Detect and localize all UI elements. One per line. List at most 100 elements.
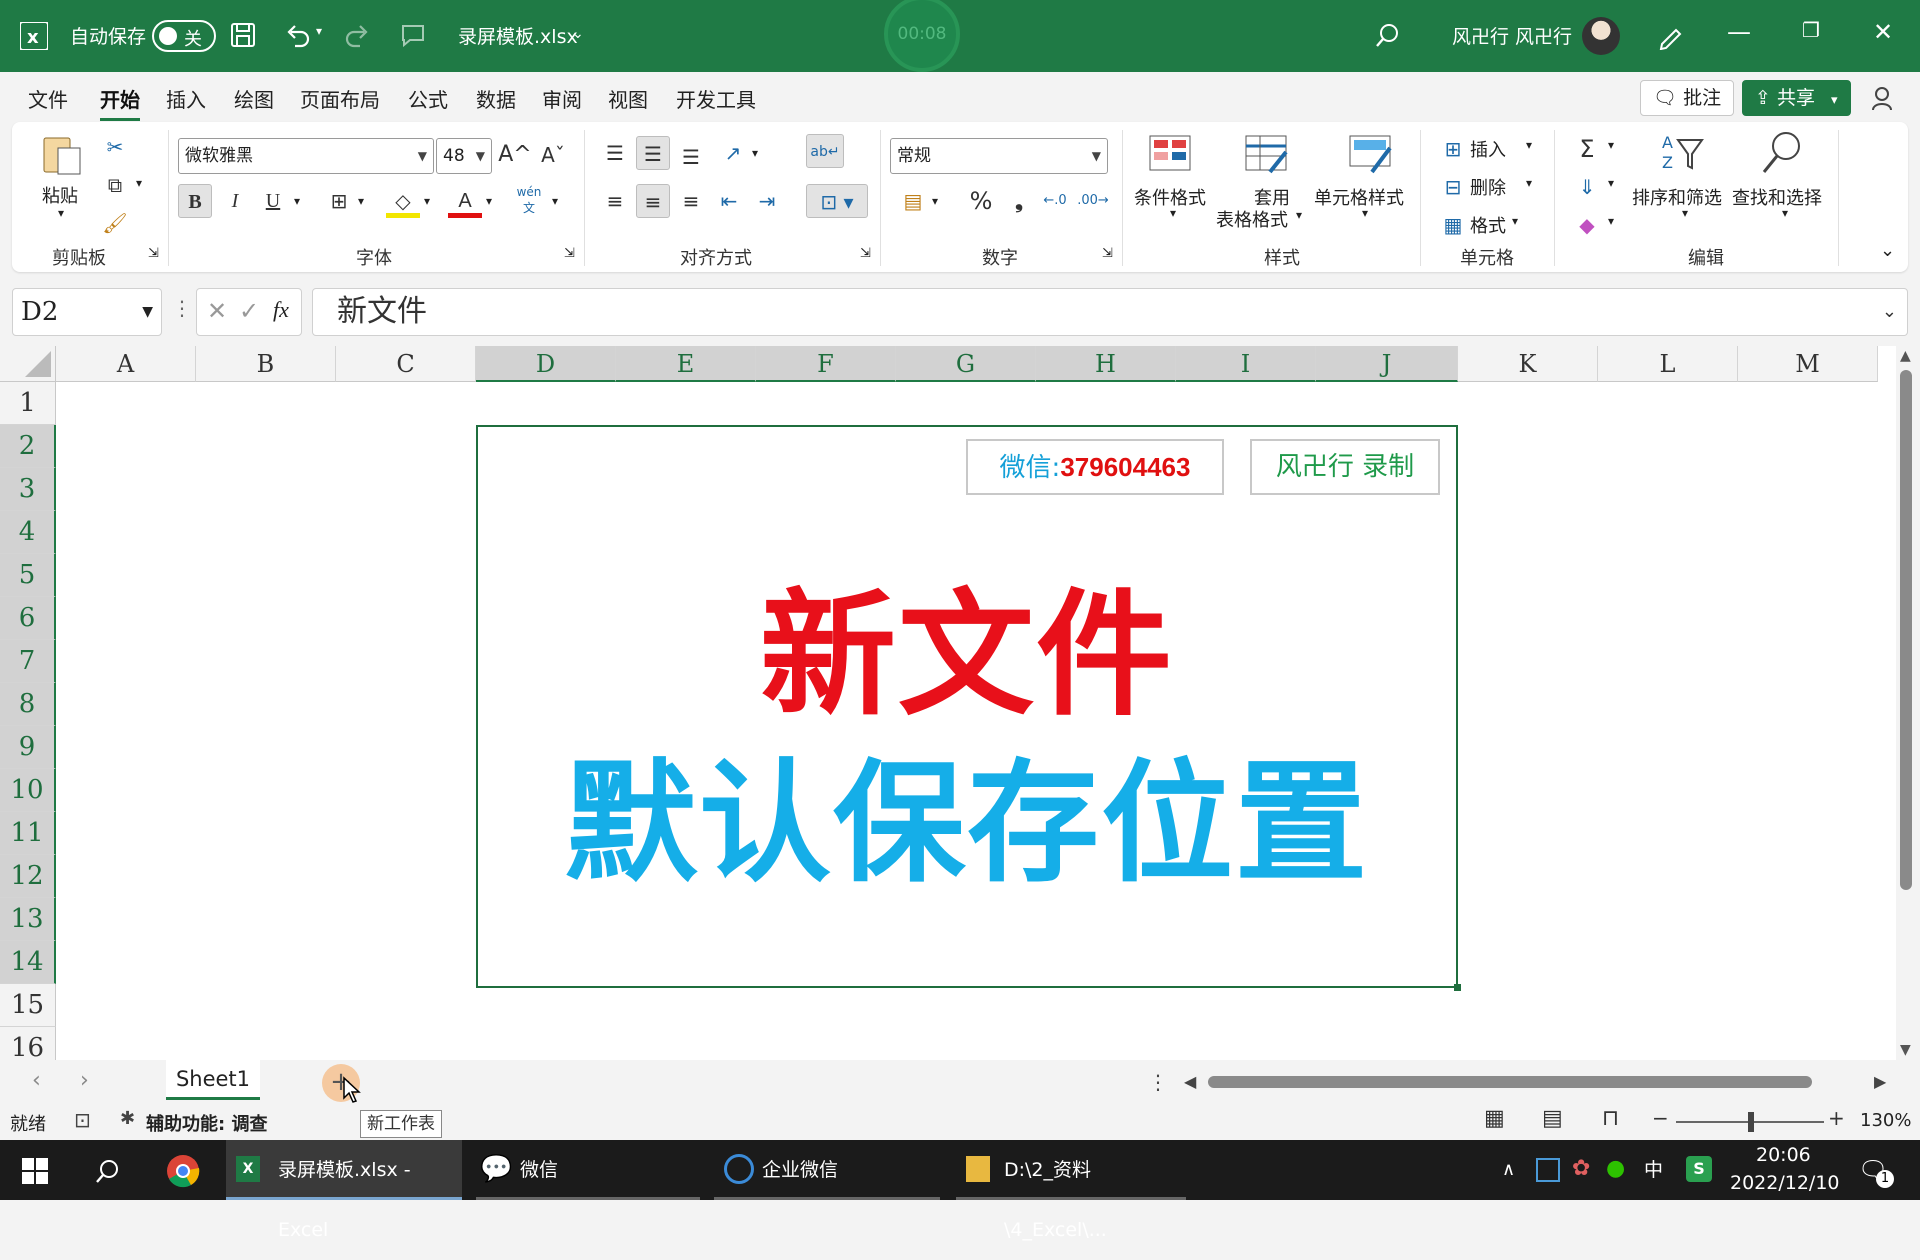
zoom-in-icon[interactable]: + (1828, 1106, 1845, 1130)
column-header-c[interactable]: C (336, 346, 476, 382)
column-header-b[interactable]: B (196, 346, 336, 382)
underline-button[interactable]: U (256, 184, 290, 218)
tray-chevron-icon[interactable]: ∧ (1502, 1140, 1515, 1200)
borders-dropdown-icon[interactable]: ▾ (358, 194, 364, 208)
normal-view-icon[interactable]: ▦ (1484, 1106, 1505, 1131)
user-name[interactable]: 风卍行 风卍行 (1452, 22, 1572, 49)
align-bottom-icon[interactable]: ☰ (674, 140, 708, 174)
column-header-j[interactable]: J (1316, 346, 1458, 382)
orientation-dropdown-icon[interactable]: ▾ (752, 146, 758, 160)
page-break-view-icon[interactable]: ⊓ (1602, 1106, 1619, 1131)
align-left-icon[interactable]: ≡ (598, 184, 632, 218)
collapse-ribbon-icon[interactable]: ⌄ (1880, 240, 1895, 261)
shrink-font-icon[interactable]: Aˇ (536, 138, 570, 172)
increase-decimal-icon[interactable]: ←.0 (1038, 184, 1072, 218)
align-top-icon[interactable]: ☰ (598, 136, 632, 170)
column-header-l[interactable]: L (1598, 346, 1738, 382)
cancel-icon[interactable]: ✕ (207, 297, 227, 325)
tray-flower-icon[interactable]: ✿ (1572, 1156, 1590, 1181)
orientation-icon[interactable]: ↗ (716, 136, 750, 170)
expand-formula-icon[interactable]: ⌄ (1882, 289, 1897, 335)
undo-icon[interactable] (285, 22, 311, 48)
increase-indent-icon[interactable]: ⇥ (750, 184, 784, 218)
borders-icon[interactable]: ⊞ (322, 184, 356, 218)
delete-cells-label[interactable]: 删除 (1470, 174, 1506, 200)
row-header-9[interactable]: 9 (0, 726, 56, 769)
tab-page-layout[interactable]: 页面布局 (300, 84, 380, 113)
wrap-text-icon[interactable]: ab↵ (806, 134, 844, 168)
percent-style-button[interactable]: % (964, 184, 998, 218)
comment-button[interactable]: 🗨 批注 (1640, 80, 1735, 116)
format-cells-icon[interactable]: ▦ (1436, 208, 1470, 242)
format-painter-icon[interactable]: 🖌 (98, 206, 132, 240)
copy-icon[interactable]: ⧉ (98, 168, 132, 202)
formula-input[interactable]: 新文件 ⌄ (312, 288, 1908, 336)
column-header-f[interactable]: F (756, 346, 896, 382)
column-header-d[interactable]: D (476, 346, 616, 382)
row-header-6[interactable]: 6 (0, 597, 56, 640)
tab-developer[interactable]: 开发工具 (676, 84, 756, 113)
format-cells-label[interactable]: 格式 (1470, 212, 1506, 238)
cell-styles-dropdown-icon[interactable]: ▾ (1362, 206, 1368, 220)
row-header-3[interactable]: 3 (0, 468, 56, 511)
avatar[interactable] (1582, 17, 1620, 55)
accounting-format-icon[interactable]: ▤ (896, 184, 930, 218)
clock-date[interactable]: 2022/12/10 (1730, 1172, 1840, 1194)
taskbar-excel[interactable]: X 录屏模板.xlsx - Excel (226, 1140, 462, 1241)
taskbar-explorer[interactable]: D:\2_资料\4_Excel\... (956, 1140, 1186, 1241)
fill-color-icon[interactable]: ◇ (386, 184, 420, 218)
enter-icon[interactable]: ✓ (239, 297, 259, 325)
undo-dropdown-icon[interactable]: ▾ (316, 24, 322, 38)
format-as-table-icon[interactable] (1242, 132, 1290, 176)
grow-font-icon[interactable]: A^ (498, 138, 532, 172)
align-center-icon[interactable]: ≡ (636, 184, 670, 218)
fill-handle[interactable] (1454, 984, 1461, 991)
sort-filter-label[interactable]: 排序和筛选 (1632, 184, 1722, 210)
tray-app-icon[interactable] (1536, 1158, 1560, 1182)
name-box[interactable]: D2 ▼ (12, 288, 162, 336)
tray-sogou-icon[interactable]: S (1686, 1156, 1712, 1182)
row-header-14[interactable]: 14 (0, 941, 56, 984)
phonetic-dropdown-icon[interactable]: ▾ (552, 194, 558, 208)
zoom-level[interactable]: 130% (1860, 1110, 1911, 1131)
align-right-icon[interactable]: ≡ (674, 184, 708, 218)
feedback-icon[interactable] (400, 23, 426, 47)
accessibility-status[interactable]: 辅助功能: 调查 (146, 1110, 267, 1136)
row-header-2[interactable]: 2 (0, 425, 56, 468)
zoom-slider-thumb[interactable] (1748, 1112, 1754, 1132)
next-sheet-icon[interactable]: › (80, 1068, 89, 1093)
taskbar-wechat[interactable]: 💬 微信 (476, 1140, 700, 1200)
worksheet-grid[interactable]: A B C D E F G H I J K L M 1 2 3 4 5 6 7 … (0, 346, 1900, 1060)
merged-cell-d2[interactable]: 微信:379604463 风卍行 录制 新文件 默认保存位置 (476, 425, 1461, 991)
accessibility-icon[interactable]: ✱ (120, 1108, 135, 1129)
tab-formulas[interactable]: 公式 (408, 84, 448, 113)
tab-review[interactable]: 审阅 (542, 84, 582, 113)
copy-dropdown-icon[interactable]: ▾ (136, 176, 142, 190)
pen-icon[interactable] (1656, 22, 1684, 50)
conditional-dropdown-icon[interactable]: ▾ (1170, 206, 1176, 220)
minimize-icon[interactable]: — (1714, 18, 1764, 46)
redo-icon[interactable] (344, 22, 370, 48)
font-color-icon[interactable]: A (448, 184, 482, 218)
paste-icon[interactable] (40, 132, 88, 176)
clock-time[interactable]: 20:06 (1756, 1144, 1811, 1166)
underline-dropdown-icon[interactable]: ▾ (294, 194, 300, 208)
clipboard-launcher-icon[interactable]: ⇲ (148, 246, 159, 261)
cell-styles-label[interactable]: 单元格样式 (1314, 184, 1404, 210)
sheet-tab-sheet1[interactable]: Sheet1 (166, 1060, 260, 1100)
column-header-e[interactable]: E (616, 346, 756, 382)
share-button[interactable]: ⇪ 共享 ▾ (1742, 80, 1851, 116)
autosave-toggle[interactable]: 关 (152, 20, 216, 52)
vertical-scroll-thumb[interactable] (1900, 370, 1912, 890)
delete-cells-icon[interactable]: ⊟ (1436, 170, 1470, 204)
column-header-k[interactable]: K (1458, 346, 1598, 382)
paste-label[interactable]: 粘贴 (42, 182, 78, 208)
insert-function-button[interactable]: fx (273, 297, 289, 323)
row-header-11[interactable]: 11 (0, 812, 56, 855)
font-launcher-icon[interactable]: ⇲ (564, 246, 575, 261)
macro-record-icon[interactable]: ⊡ (74, 1108, 91, 1132)
autosum-dropdown-icon[interactable]: ▾ (1608, 138, 1614, 152)
clear-eraser-icon[interactable]: ◆ (1570, 208, 1604, 242)
windows-start-icon[interactable] (22, 1158, 48, 1184)
search-icon[interactable] (94, 1158, 120, 1184)
